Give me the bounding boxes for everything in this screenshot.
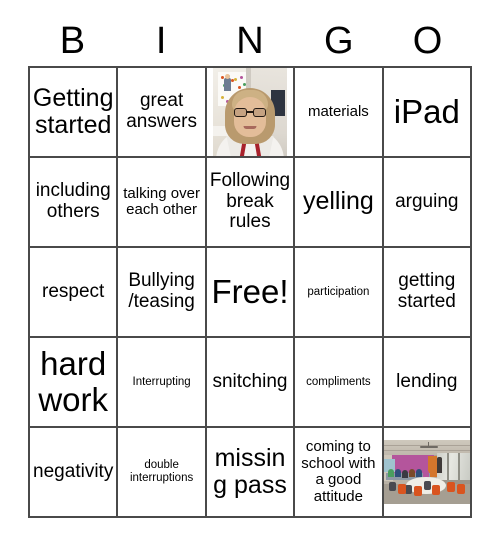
bingo-cell-r1c1[interactable]: Getting started <box>30 68 119 158</box>
bingo-cell-r2c3[interactable]: Following break rules <box>206 158 296 248</box>
cell-label: missing pass <box>213 443 287 499</box>
bingo-cell-r5c4[interactable]: coming to school with a good attitude <box>295 428 384 518</box>
header-letter-i: I <box>155 20 167 62</box>
bingo-cell-r4c5[interactable]: lending <box>383 338 472 428</box>
bingo-header: B I N G O <box>28 18 472 64</box>
cell-label: Following break rules <box>209 169 291 233</box>
bingo-cell-r2c4[interactable]: yelling <box>295 158 384 248</box>
bingo-cell-r3c1[interactable]: respect <box>30 248 119 338</box>
cell-label: hard work <box>38 344 109 418</box>
cell-label: participation <box>307 285 370 298</box>
bingo-cell-r4c3[interactable]: snitching <box>206 338 296 428</box>
header-letter-g: G <box>324 20 354 62</box>
bingo-cell-r4c4[interactable]: compliments <box>295 338 384 428</box>
cell-label: coming to school with a good attitude <box>301 438 376 505</box>
cell-label: materials <box>307 102 369 120</box>
cell-image-wrapper <box>206 68 294 156</box>
bingo-cell-r3c4[interactable]: participation <box>295 248 384 338</box>
cell-label: negativity <box>33 460 114 482</box>
cell-label: arguing <box>395 190 459 212</box>
bingo-cell-r5c3[interactable]: missing pass <box>206 428 296 518</box>
cell-label: including others <box>35 180 111 222</box>
bingo-cell-r5c1[interactable]: negativity <box>30 428 119 518</box>
cell-label: Bullying /teasing <box>128 270 195 312</box>
cell-label: talking over each other <box>123 184 200 218</box>
teacher-portrait-photo <box>212 68 287 156</box>
cell-label: great answers <box>126 90 197 132</box>
bingo-cell-r3c5[interactable]: getting started <box>383 248 472 338</box>
header-letter-b: B <box>59 20 86 62</box>
bingo-cell-r1c3[interactable] <box>206 68 296 158</box>
bingo-cell-r1c5[interactable]: iPad <box>383 68 472 158</box>
bingo-cell-r3c2[interactable]: Bullying /teasing <box>118 248 207 338</box>
bingo-grid: Getting started great answers materials … <box>28 66 472 518</box>
bingo-cell-r4c1[interactable]: hard work <box>30 338 119 428</box>
cell-label: getting started <box>397 270 456 312</box>
cell-label: yelling <box>302 187 374 216</box>
cell-label: double interruptions <box>129 459 194 484</box>
bingo-cell-r3c3[interactable]: Free! <box>206 248 296 338</box>
bingo-cell-r1c2[interactable]: great answers <box>118 68 207 158</box>
bingo-card: B I N G O Getting started great answers <box>0 0 500 544</box>
cell-image-wrapper <box>383 428 470 516</box>
bingo-cell-r5c5[interactable] <box>383 428 472 518</box>
bingo-cell-r2c1[interactable]: including others <box>30 158 119 248</box>
bingo-cell-r5c2[interactable]: double interruptions <box>118 428 207 518</box>
bingo-cell-r4c2[interactable]: Interrupting <box>118 338 207 428</box>
cell-label: Getting started <box>32 83 114 139</box>
cell-label: Free! <box>211 272 289 310</box>
cell-label: Interrupting <box>132 375 191 388</box>
cell-label: snitching <box>212 370 288 392</box>
cell-label: iPad <box>393 92 460 130</box>
cell-label: compliments <box>306 375 371 388</box>
cell-label: respect <box>42 280 105 302</box>
bingo-cell-r2c5[interactable]: arguing <box>383 158 472 248</box>
bingo-cell-r2c2[interactable]: talking over each other <box>118 158 207 248</box>
header-letter-n: N <box>236 20 264 62</box>
cell-label: lending <box>396 370 458 392</box>
bingo-cell-r1c4[interactable]: materials <box>295 68 384 158</box>
header-letter-o: O <box>412 20 443 62</box>
classroom-photo <box>383 440 470 504</box>
